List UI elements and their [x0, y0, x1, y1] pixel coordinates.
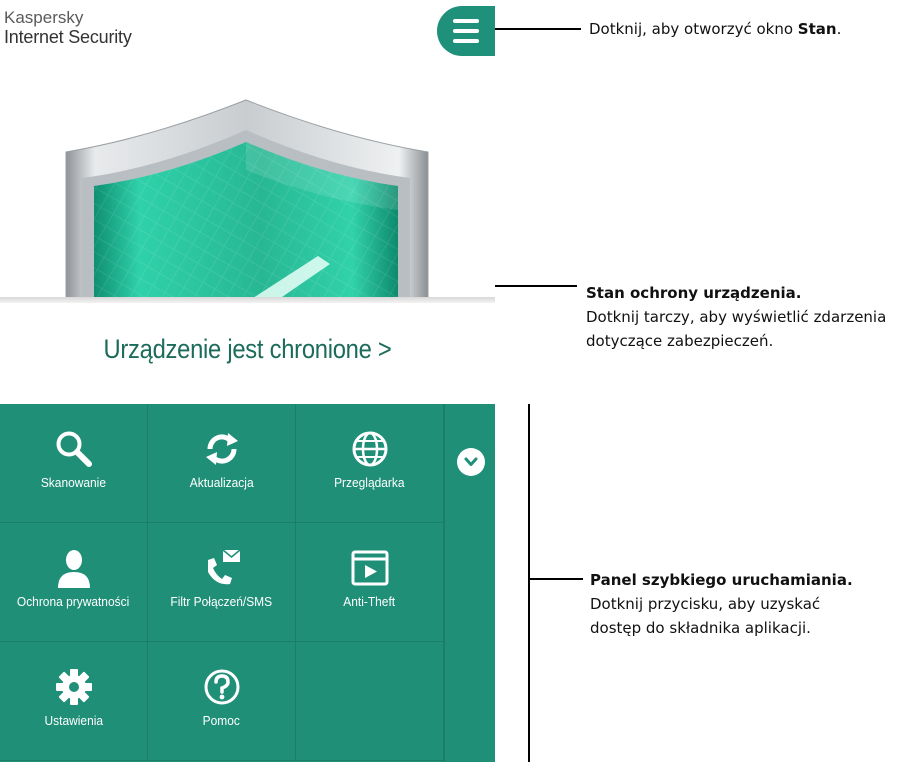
- callout-line-panel: [530, 578, 583, 580]
- video-window-icon: [351, 550, 388, 586]
- search-icon: [56, 431, 92, 467]
- tile-label: Przeglądarka: [334, 475, 405, 490]
- tile-call-filter[interactable]: Filtr Połączeń/SMS: [148, 523, 296, 642]
- tile-label: Pomoc: [202, 713, 241, 728]
- tile-scan[interactable]: Skanowanie: [0, 404, 148, 523]
- callout-status-line2: dotyczące zabezpieczeń.: [586, 332, 774, 350]
- tile-label: Anti-Theft: [343, 594, 396, 609]
- callout-status-line1: Dotknij tarczy, aby wyświetlić zdarzenia: [586, 308, 887, 326]
- app-screen: Kaspersky Internet Security Urządzenie j…: [0, 0, 495, 762]
- tile-label: Ochrona prywatności: [17, 594, 130, 609]
- tile-label: Skanowanie: [40, 475, 107, 490]
- expand-panel-button[interactable]: [457, 448, 485, 476]
- tile-label: Aktualizacja: [189, 475, 254, 490]
- callout-status: Stan ochrony urządzenia. Dotknij tarczy,…: [586, 281, 886, 353]
- callout-panel: Panel szybkiego uruchamiania. Dotknij pr…: [590, 568, 853, 640]
- shield-icon: [65, 99, 429, 302]
- tile-anti-theft[interactable]: Anti-Theft: [296, 523, 444, 642]
- brand-line1: Kaspersky: [4, 8, 84, 27]
- tile-label: Ustawienia: [44, 713, 103, 728]
- quick-launch-panel: Skanowanie Aktualizacja Przeglądarka Och…: [0, 404, 495, 762]
- phone-message-icon: [207, 549, 241, 585]
- callout-line-status: [495, 285, 577, 287]
- globe-icon: [352, 431, 387, 467]
- divider: [0, 297, 495, 303]
- tile-empty: [296, 642, 444, 761]
- callout-menu-suffix: .: [836, 20, 842, 38]
- callout-line-menu: [495, 28, 581, 30]
- panel-side-column: [444, 404, 495, 762]
- callout-menu-text: Dotknij, aby otworzyć okno: [589, 20, 798, 38]
- chevron-down-icon: [464, 457, 478, 466]
- callout-panel-line1: Dotknij przycisku, aby uzyskać: [590, 595, 821, 613]
- tile-update[interactable]: Aktualizacja: [148, 404, 296, 523]
- gear-icon: [55, 669, 92, 705]
- protection-status-link[interactable]: Urządzenie jest chronione >: [30, 334, 466, 365]
- brand-line2: Internet Security: [4, 27, 132, 48]
- tile-label: Filtr Połączeń/SMS: [170, 594, 273, 609]
- callout-menu: Dotknij, aby otworzyć okno Stan.: [589, 17, 841, 41]
- brand-logo: Kaspersky Internet Security: [4, 8, 132, 47]
- callout-bracket-panel: [528, 404, 530, 762]
- callout-panel-line2: dostęp do składnika aplikacji.: [590, 619, 811, 637]
- help-icon: [204, 669, 239, 705]
- tile-privacy[interactable]: Ochrona prywatności: [0, 523, 148, 642]
- callout-panel-title: Panel szybkiego uruchamiania.: [590, 571, 853, 589]
- hamburger-icon: [453, 19, 479, 43]
- menu-button[interactable]: [437, 6, 495, 56]
- protection-shield[interactable]: [0, 60, 495, 302]
- refresh-icon: [205, 433, 238, 465]
- tile-help[interactable]: Pomoc: [148, 642, 296, 761]
- callout-menu-bold: Stan: [797, 20, 837, 38]
- callout-status-title: Stan ochrony urządzenia.: [586, 284, 802, 302]
- person-icon: [57, 550, 90, 588]
- tile-browser[interactable]: Przeglądarka: [296, 404, 444, 523]
- tile-settings[interactable]: Ustawienia: [0, 642, 148, 761]
